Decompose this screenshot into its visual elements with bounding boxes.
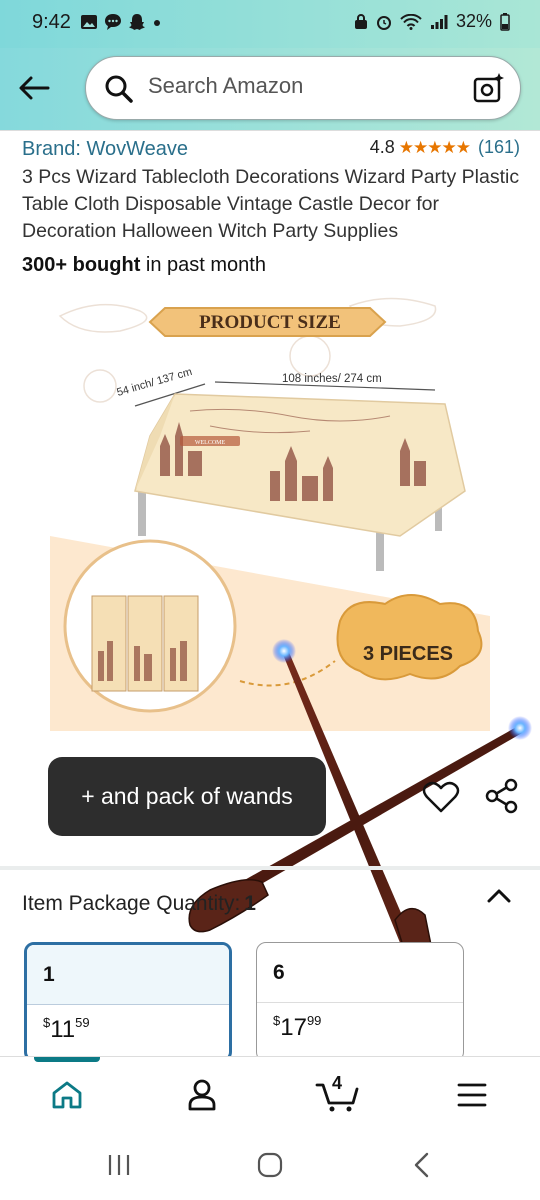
pieces-label: 3 PIECES [363, 643, 453, 665]
quantity-value: 1 [244, 892, 256, 915]
nav-home[interactable] [42, 1073, 92, 1117]
bottom-nav: 4 [0, 1056, 540, 1128]
share-icon[interactable] [484, 778, 520, 814]
product-image[interactable]: PRODUCT SIZE 54 inch/ 137 cm 108 inches/… [40, 286, 510, 736]
length-label: 108 inches/ 274 cm [282, 373, 382, 385]
nav-active-indicator [34, 1057, 100, 1062]
recent-apps-button[interactable] [99, 1150, 139, 1180]
wands-toast: + and pack of wands [48, 757, 326, 836]
quantity-option-selected[interactable]: 1 $1159 [24, 942, 232, 1062]
system-nav-bar [0, 1128, 540, 1200]
nav-menu[interactable] [447, 1073, 497, 1117]
welcome-text: WELCOME [195, 440, 226, 446]
chevron-up-icon[interactable] [486, 886, 512, 906]
battery-percent: 32% [455, 11, 492, 31]
profile-icon [188, 1079, 216, 1111]
search-bar[interactable] [85, 56, 521, 120]
signal-icon [430, 14, 448, 29]
alarm-icon [376, 15, 391, 30]
lock-icon [354, 13, 367, 29]
bought-count-bold: 300+ bought [22, 254, 141, 276]
quantity-option-qty: 1 [27, 945, 229, 1005]
star-rating-icon: ★★★★★ [398, 137, 471, 157]
status-time: 9:42 [32, 11, 71, 33]
battery-icon [500, 12, 510, 31]
status-bar: 9:42 32% [0, 0, 540, 48]
bought-count-rest: in past month [140, 254, 266, 276]
gallery-icon [81, 15, 97, 29]
app-header [0, 48, 540, 130]
quantity-option-price: $1799 [273, 1013, 322, 1041]
review-count[interactable]: (161) [478, 137, 520, 158]
back-chevron-icon [414, 1152, 429, 1178]
system-status: 32% [354, 11, 510, 32]
quantity-option-qty: 6 [257, 943, 463, 1003]
back-system-button[interactable] [402, 1150, 442, 1180]
menu-icon [457, 1083, 487, 1107]
product-title: 3 Pcs Wizard Tablecloth Decorations Wiza… [22, 166, 520, 242]
cart-count: 4 [332, 1073, 343, 1093]
back-arrow-icon [19, 76, 50, 100]
banner-text: PRODUCT SIZE [199, 312, 341, 333]
heart-icon[interactable] [422, 780, 460, 814]
quantity-label-text: Item Package Quantity: [22, 892, 241, 915]
camera-search-icon[interactable] [472, 71, 506, 105]
home-system-button[interactable] [250, 1150, 290, 1180]
brand-link[interactable]: Brand: WovWeave [22, 138, 188, 161]
nav-cart[interactable]: 4 [312, 1073, 362, 1117]
divider [0, 130, 540, 131]
home-circle-icon [257, 1152, 283, 1178]
rating-value: 4.8 [369, 137, 395, 157]
notification-icons [80, 13, 162, 31]
snapchat-icon [129, 14, 145, 30]
home-icon [52, 1081, 82, 1109]
search-input[interactable] [148, 73, 448, 99]
rating-summary[interactable]: 4.8 ★★★★★ (161) [370, 137, 520, 158]
quantity-option[interactable]: 6 $1799 [256, 942, 464, 1062]
search-icon [105, 75, 133, 103]
quantity-option-price: $1159 [43, 1015, 90, 1043]
quantity-label: Item Package Quantity: 1 [22, 892, 256, 916]
nav-profile[interactable] [177, 1073, 227, 1117]
wifi-icon [400, 13, 422, 30]
chat-icon [105, 14, 121, 30]
bought-count: 300+ bought in past month [22, 254, 266, 277]
back-button[interactable] [14, 68, 54, 108]
section-divider [0, 866, 540, 870]
dot-icon [154, 20, 160, 26]
recent-apps-icon [108, 1155, 130, 1175]
